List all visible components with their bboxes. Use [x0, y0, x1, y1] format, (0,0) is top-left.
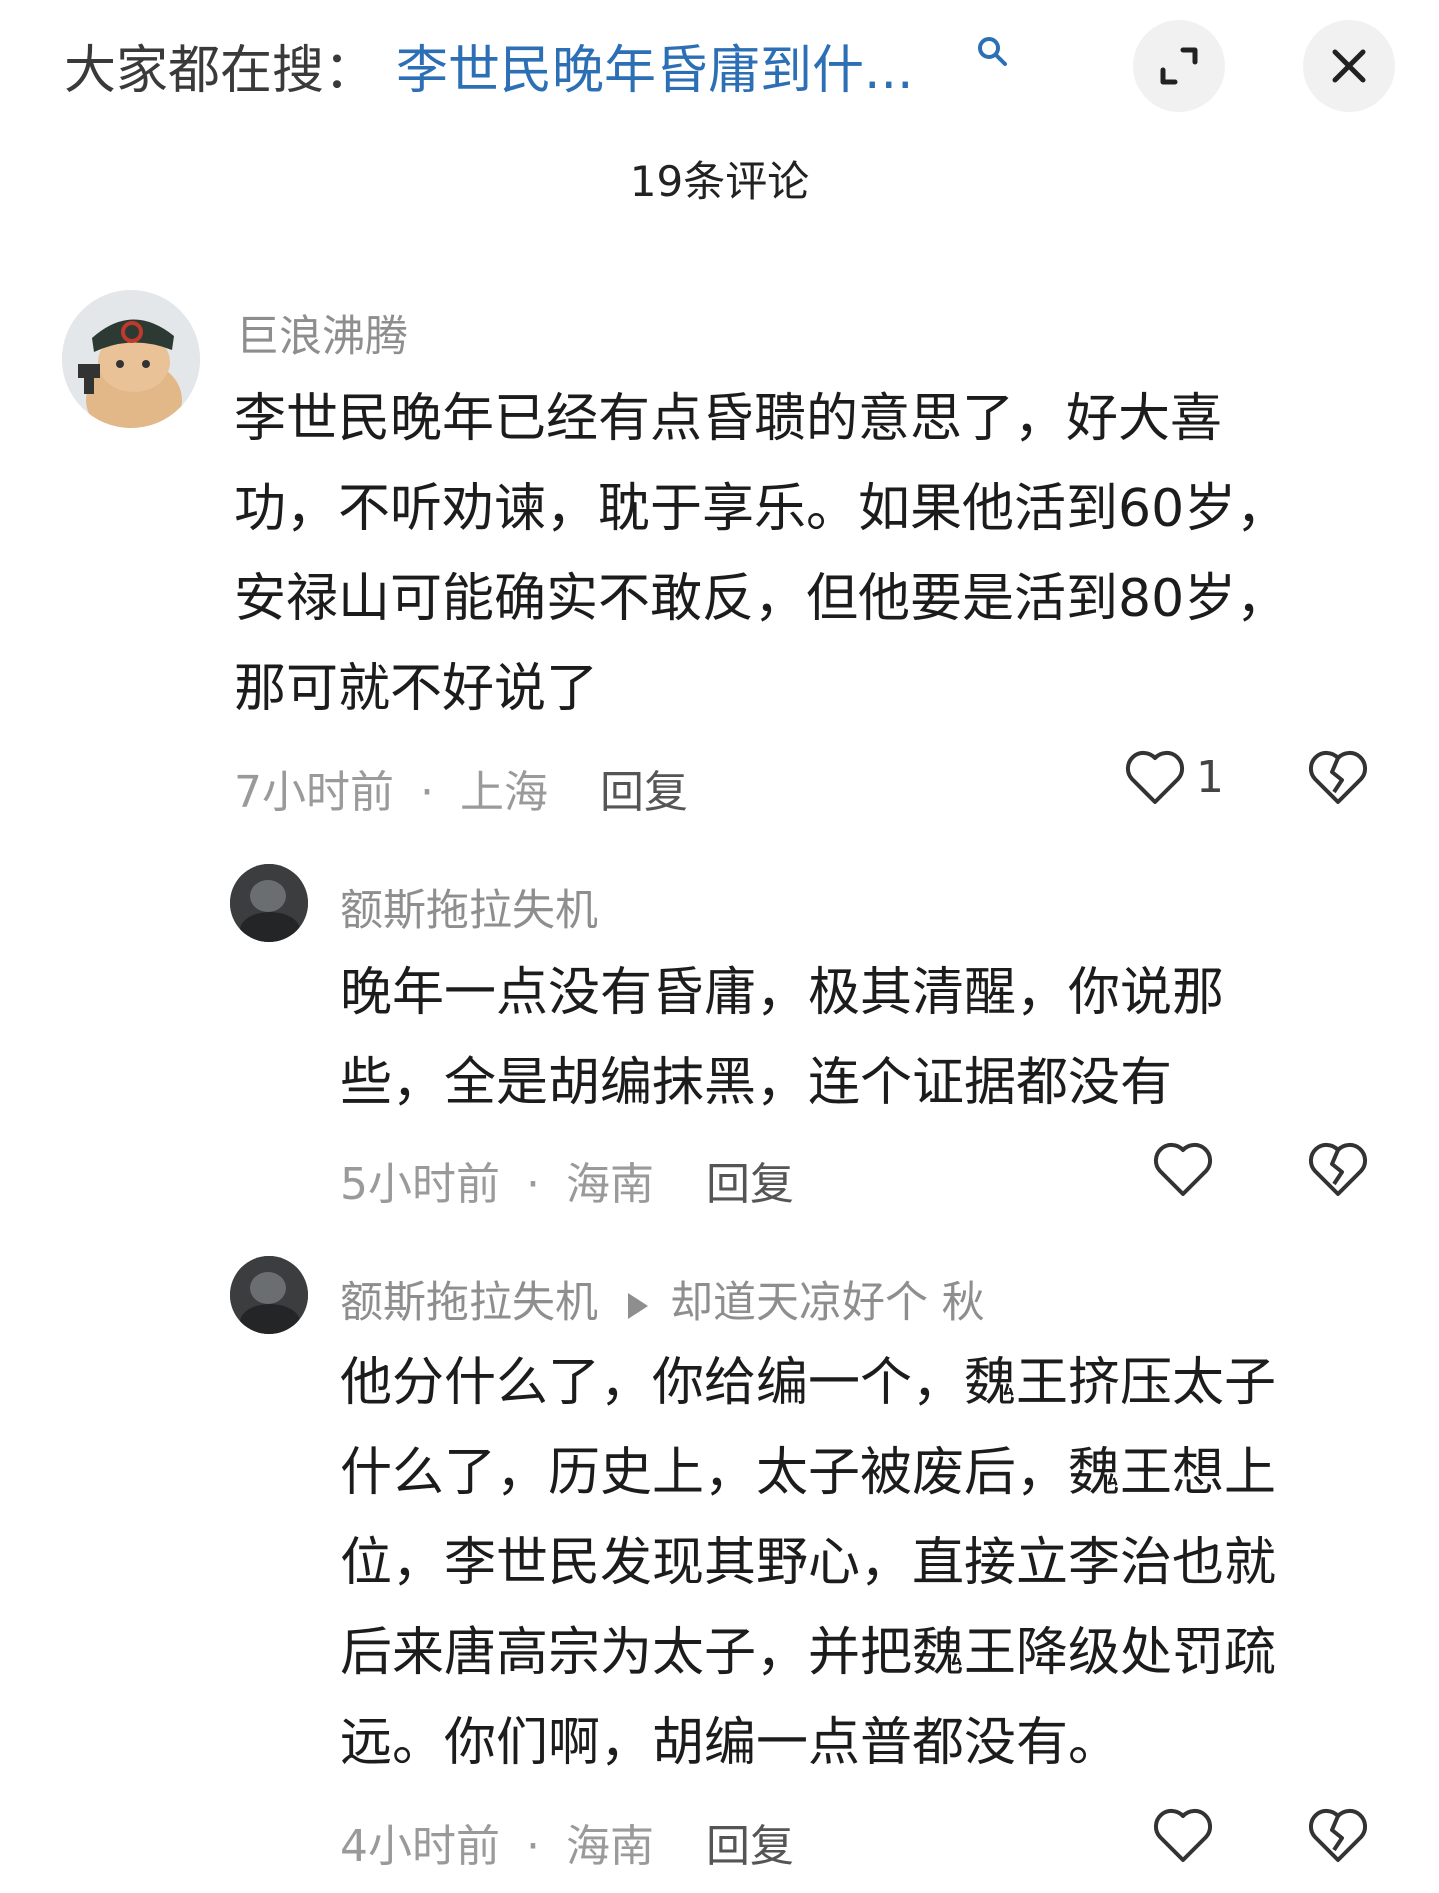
avatar-image — [230, 1256, 308, 1334]
cat-avatar-image — [62, 290, 200, 428]
separator-dot: · — [526, 1159, 540, 1210]
like-count: 1 — [1196, 751, 1224, 803]
expand-button[interactable] — [1133, 20, 1225, 112]
avatar-image — [230, 864, 308, 942]
like-button[interactable]: 1 — [1124, 748, 1224, 806]
close-icon — [1332, 49, 1366, 83]
reply-to-username[interactable]: 却道天凉好个 秋 — [670, 1278, 985, 1328]
comment-line: 些，全是胡编抹黑，连个证据都没有 — [340, 1053, 1173, 1113]
avatar[interactable] — [62, 290, 200, 428]
comment-line: 远。你们啊，胡编一点普都没有。 — [340, 1713, 1121, 1773]
comment-username[interactable]: 额斯拖拉失机 — [340, 1278, 598, 1328]
comment-username[interactable]: 巨浪沸腾 — [236, 302, 408, 364]
search-prefix: 大家都在搜： — [64, 41, 377, 101]
close-button[interactable] — [1303, 20, 1395, 112]
comment-location: 海南 — [566, 1159, 654, 1210]
heart-icon[interactable] — [1152, 1806, 1214, 1864]
comment-text: 晚年一点没有昏庸，极其清醒，你说那 些，全是胡编抹黑，连个证据都没有 — [340, 948, 1224, 1128]
heart-icon — [1126, 750, 1184, 804]
search-suggestion-link[interactable]: 李世民晚年昏庸到什... — [396, 28, 914, 103]
comment-line: 后来唐高宗为太子，并把魏王降级处罚疏 — [340, 1623, 1277, 1683]
comment-line: 李世民晚年已经有点昏聩的意思了，好大喜 — [234, 389, 1223, 449]
comment-time: 4小时前 — [340, 1821, 500, 1872]
separator-dot: · — [526, 1821, 540, 1872]
comment-line: 那可就不好说了 — [234, 659, 599, 719]
comment-location: 上海 — [460, 767, 548, 818]
expand-icon — [1160, 47, 1198, 85]
comment-count-title: 19条评论 — [629, 157, 810, 206]
comment-line: 晚年一点没有昏庸，极其清醒，你说那 — [340, 963, 1225, 1023]
comment-meta: 4小时前 · 海南 回复 — [340, 1810, 794, 1874]
comment-line: 什么了，历史上，太子被废后，魏王想上 — [340, 1443, 1277, 1503]
reply-button[interactable]: 回复 — [706, 1159, 794, 1210]
broken-heart-icon[interactable] — [1307, 748, 1369, 806]
comment-line: 他分什么了，你给编一个，魏王挤压太子 — [340, 1353, 1277, 1413]
comment-text: 李世民晚年已经有点昏聩的意思了，好大喜 功，不听劝谏，耽于享乐。如果他活到60岁… — [234, 374, 1288, 734]
avatar[interactable] — [230, 864, 308, 942]
comment-time: 5小时前 — [340, 1159, 500, 1210]
search-icon[interactable] — [975, 34, 1009, 68]
avatar[interactable] — [230, 1256, 308, 1334]
comment-meta: 5小时前 · 海南 回复 — [340, 1148, 794, 1212]
comment-location: 海南 — [566, 1821, 654, 1872]
comment-meta: 7小时前 · 上海 回复 — [234, 756, 688, 820]
reply-button[interactable]: 回复 — [706, 1821, 794, 1872]
comment-time: 7小时前 — [234, 767, 394, 818]
top-bar: 大家都在搜： 李世民晚年昏庸到什... — [0, 0, 1439, 120]
comment-line: 位，李世民发现其野心，直接立李治也就 — [340, 1533, 1277, 1593]
broken-heart-icon[interactable] — [1307, 1806, 1369, 1864]
comment-username[interactable]: 额斯拖拉失机 — [340, 876, 598, 938]
separator-dot: · — [420, 767, 434, 818]
comment-line: 功，不听劝谏，耽于享乐。如果他活到60岁， — [234, 479, 1289, 539]
reply-button[interactable]: 回复 — [600, 767, 688, 818]
heart-icon[interactable] — [1152, 1140, 1214, 1198]
broken-heart-icon[interactable] — [1307, 1140, 1369, 1198]
comment-text: 他分什么了，你给编一个，魏王挤压太子 什么了，历史上，太子被废后，魏王想上 位，… — [340, 1338, 1276, 1788]
reply-to-arrow-icon — [628, 1292, 648, 1319]
comment-username-line: 额斯拖拉失机 却道天凉好个 秋 — [340, 1268, 985, 1330]
comment-line: 安禄山可能确实不敢反，但他要是活到80岁， — [234, 569, 1289, 629]
